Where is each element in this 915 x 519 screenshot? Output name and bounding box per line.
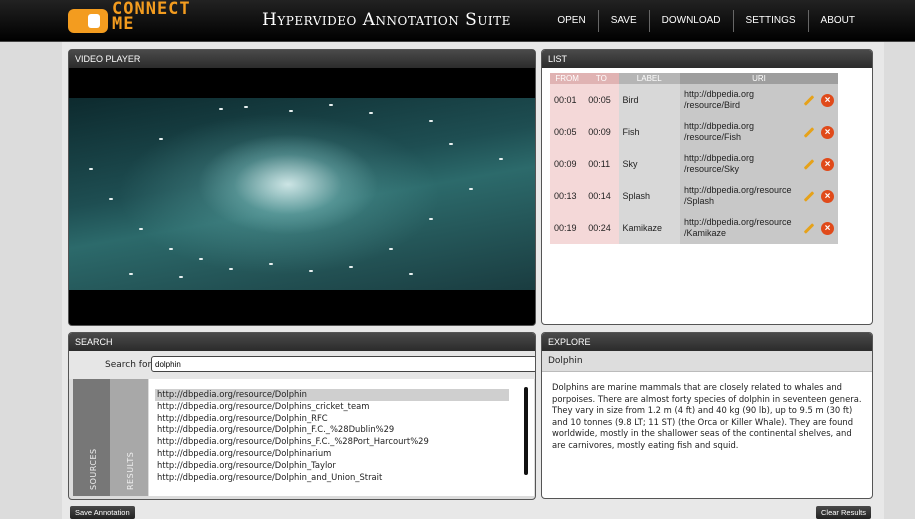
list-item[interactable]: http://dbpedia.org/resource/Dolphin_Tayl…	[155, 460, 509, 472]
sources-tab[interactable]: SOURCES	[73, 379, 110, 496]
row-to: 00:24	[584, 212, 619, 244]
search-row: Search for:	[69, 351, 535, 379]
annotation-table: FROM TO LABEL URI 00:01 00:05 Bird http:…	[550, 73, 838, 244]
row-uri[interactable]: http://dbpedia.org/resource/Sky	[679, 148, 796, 180]
uri-line1: http://dbpedia.org	[683, 121, 755, 131]
list-item[interactable]: http://dbpedia.org/resource/Dolphin_F.C.…	[155, 424, 509, 436]
clear-results-button[interactable]: Clear Results	[816, 506, 872, 519]
nav-open[interactable]: OPEN	[545, 10, 597, 32]
row-actions: ×	[795, 116, 838, 148]
search-panel: SEARCH Search for: SOURCES RESULTS http:…	[68, 332, 536, 500]
row-label: Fish	[618, 116, 680, 148]
col-uri: URI	[679, 73, 838, 84]
list-header: LIST	[542, 50, 872, 68]
edit-icon[interactable]	[803, 126, 815, 138]
list-item[interactable]: http://dbpedia.org/resource/Dolphin_RFC	[155, 413, 509, 425]
search-header: SEARCH	[69, 333, 535, 351]
row-actions: ×	[795, 212, 838, 244]
row-uri[interactable]: http://dbpedia.org/resource/Splash	[679, 180, 796, 212]
explore-panel: EXPLORE Dolphin Dolphins are marine mamm…	[541, 332, 873, 499]
row-from: 00:05	[550, 116, 585, 148]
delete-icon[interactable]: ×	[821, 221, 834, 235]
row-actions: ×	[795, 148, 838, 180]
explore-description: Dolphins are marine mammals that are clo…	[552, 382, 862, 450]
row-actions: ×	[795, 84, 838, 116]
video-frame[interactable]	[69, 98, 535, 290]
row-from: 00:09	[550, 148, 585, 180]
row-label: Sky	[618, 148, 680, 180]
row-uri[interactable]: http://dbpedia.org/resource/Kamikaze	[679, 212, 796, 244]
nav-download[interactable]: DOWNLOAD	[648, 10, 733, 32]
results-list: http://dbpedia.org/resource/Dolphin http…	[155, 389, 509, 483]
search-input[interactable]	[151, 356, 535, 372]
main-nav: OPEN SAVE DOWNLOAD SETTINGS ABOUT	[545, 10, 867, 32]
sources-label: SOURCES	[88, 448, 98, 490]
uri-line2: /resource/Bird	[683, 100, 741, 110]
explore-header: EXPLORE	[542, 333, 872, 351]
row-to: 00:14	[584, 180, 619, 212]
row-uri[interactable]: http://dbpedia.org/resource/Bird	[679, 84, 796, 116]
delete-icon[interactable]: ×	[821, 189, 834, 203]
save-annotation-button[interactable]: Save Annotation	[70, 506, 135, 519]
nav-save[interactable]: SAVE	[597, 10, 649, 32]
row-from: 00:13	[550, 180, 585, 212]
col-from: FROM	[550, 73, 585, 84]
list-item[interactable]: http://dbpedia.org/resource/Dolphins_F.C…	[155, 436, 509, 448]
results-scrollbar[interactable]	[524, 387, 528, 475]
table-row[interactable]: 00:13 00:14 Splash http://dbpedia.org/re…	[550, 180, 838, 212]
uri-line1: http://dbpedia.org	[683, 153, 755, 163]
delete-icon[interactable]: ×	[821, 93, 834, 107]
list-item[interactable]: http://dbpedia.org/resource/Dolphin_and_…	[155, 472, 509, 484]
logo-text: CONNECT ME	[112, 0, 191, 34]
col-label: LABEL	[618, 73, 680, 84]
nav-settings[interactable]: SETTINGS	[732, 10, 808, 32]
uri-line1: http://dbpedia.org	[683, 89, 755, 99]
table-row[interactable]: 00:09 00:11 Sky http://dbpedia.org/resou…	[550, 148, 838, 180]
row-label: Kamikaze	[618, 212, 680, 244]
uri-line1: http://dbpedia.org/resource	[683, 217, 792, 227]
video-player-header: VIDEO PLAYER	[69, 50, 535, 68]
col-to: TO	[584, 73, 619, 84]
uri-line2: /Splash	[683, 196, 715, 206]
results-label: RESULTS	[126, 451, 135, 490]
row-actions: ×	[795, 180, 838, 212]
list-panel: LIST FROM TO LABEL URI 00:01 00:05 Bird …	[541, 49, 873, 325]
explore-subtitle: Dolphin	[542, 351, 872, 372]
list-item[interactable]: http://dbpedia.org/resource/Dolphinarium	[155, 448, 509, 460]
app-title: Hypervideo Annotation Suite	[262, 10, 511, 30]
delete-icon[interactable]: ×	[821, 125, 834, 139]
search-label: Search for:	[105, 360, 155, 370]
list-item[interactable]: http://dbpedia.org/resource/Dolphin	[155, 389, 509, 401]
results-tab[interactable]: RESULTS	[110, 379, 148, 496]
row-to: 00:11	[584, 148, 619, 180]
video-player-panel: VIDEO PLAYER	[68, 49, 536, 326]
row-to: 00:05	[584, 84, 619, 116]
connect-me-logo: CONNECT ME	[68, 0, 228, 36]
edit-icon[interactable]	[803, 94, 815, 106]
tv-logo-icon	[68, 9, 108, 33]
row-label: Bird	[618, 84, 680, 116]
results-box: http://dbpedia.org/resource/Dolphin http…	[149, 379, 534, 496]
nav-about[interactable]: ABOUT	[807, 10, 867, 32]
uri-line2: /Kamikaze	[683, 228, 727, 238]
table-row[interactable]: 00:19 00:24 Kamikaze http://dbpedia.org/…	[550, 212, 838, 244]
row-label: Splash	[618, 180, 680, 212]
top-bar: CONNECT ME Hypervideo Annotation Suite O…	[0, 0, 915, 42]
row-from: 00:01	[550, 84, 585, 116]
list-item[interactable]: http://dbpedia.org/resource/Dolphins_cri…	[155, 401, 509, 413]
video-player[interactable]	[69, 68, 535, 325]
row-to: 00:09	[584, 116, 619, 148]
table-row[interactable]: 00:01 00:05 Bird http://dbpedia.org/reso…	[550, 84, 838, 116]
edit-icon[interactable]	[803, 222, 815, 234]
row-uri[interactable]: http://dbpedia.org/resource/Fish	[679, 116, 796, 148]
table-row[interactable]: 00:05 00:09 Fish http://dbpedia.org/reso…	[550, 116, 838, 148]
uri-line2: /resource/Fish	[683, 132, 742, 142]
edit-icon[interactable]	[803, 190, 815, 202]
uri-line2: /resource/Sky	[683, 164, 740, 174]
edit-icon[interactable]	[803, 158, 815, 170]
delete-icon[interactable]: ×	[821, 157, 834, 171]
row-from: 00:19	[550, 212, 585, 244]
uri-line1: http://dbpedia.org/resource	[683, 185, 792, 195]
